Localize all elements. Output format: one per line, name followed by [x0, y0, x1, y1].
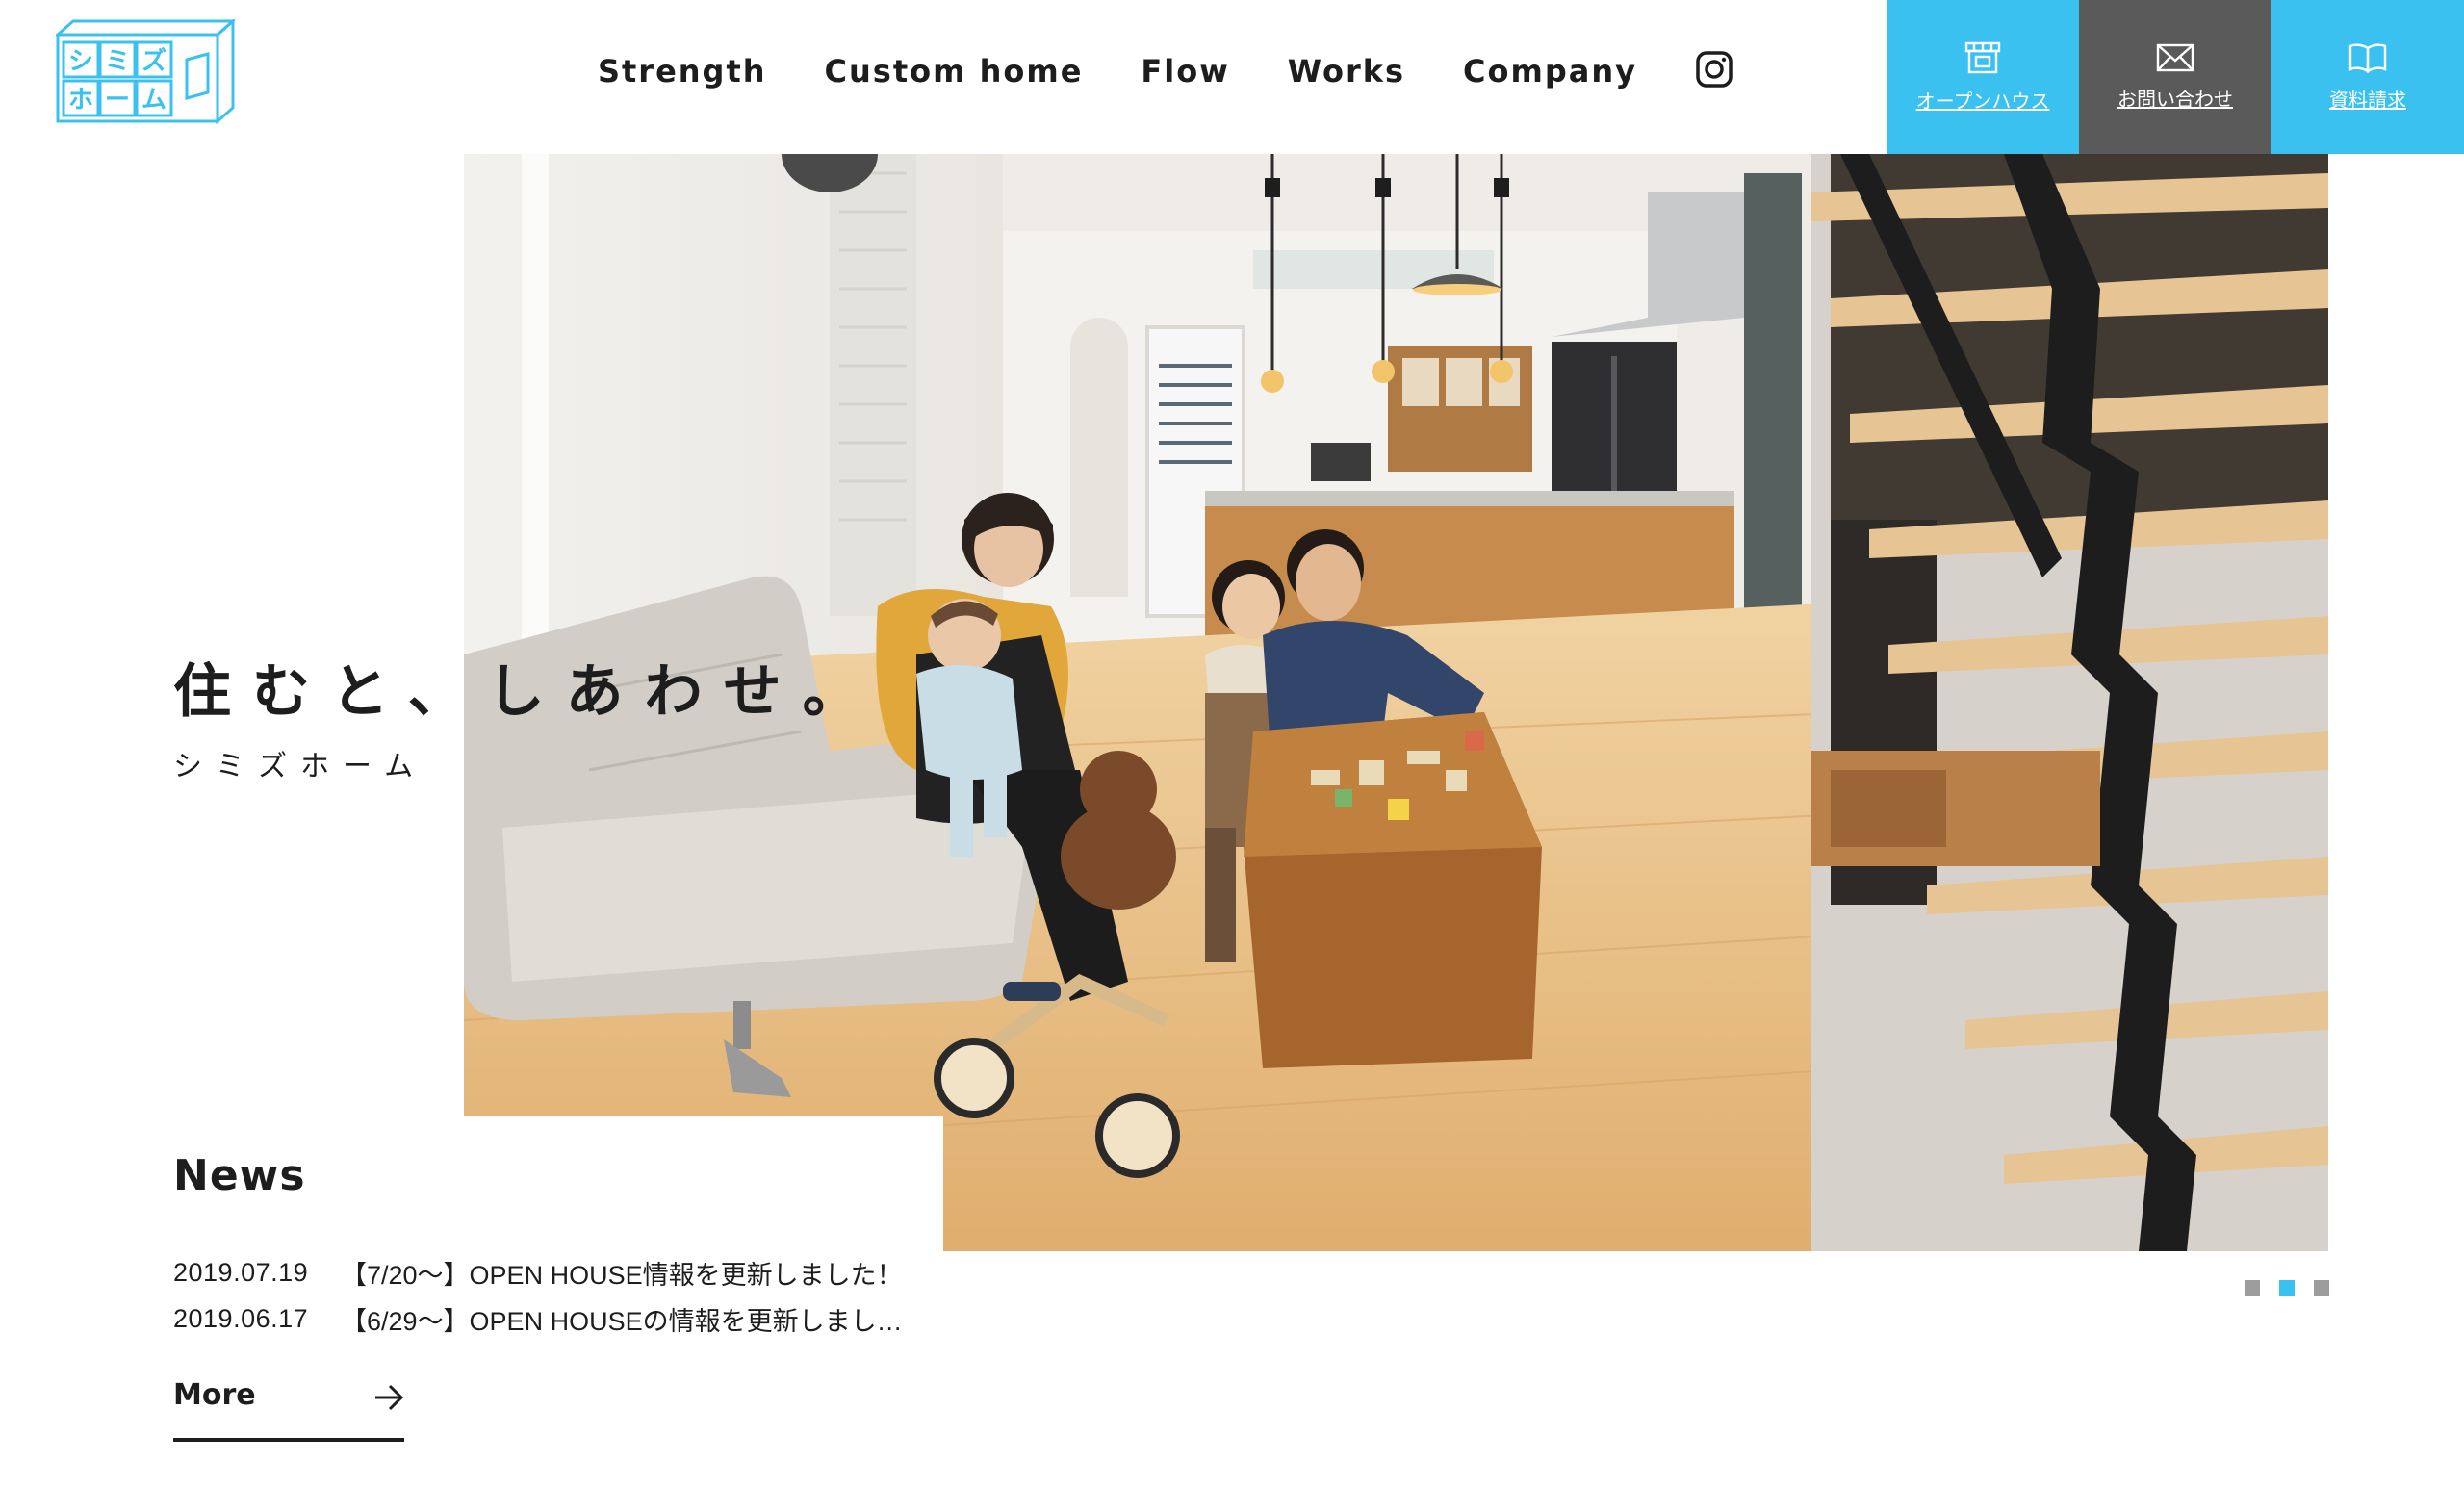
- open-house-button[interactable]: オープンハウス: [1886, 0, 2079, 154]
- logo-char: ホ: [68, 86, 93, 115]
- logo-char: シ: [68, 47, 93, 76]
- arrow-right-icon: [375, 1384, 404, 1411]
- mail-icon: [2156, 43, 2194, 71]
- news-date: 2019.07.19: [173, 1257, 309, 1287]
- tagline-text: 住むと、しあわせ。: [173, 658, 882, 726]
- nav-flow[interactable]: Flow: [1141, 53, 1229, 90]
- news-text: 【7/20〜】OPEN HOUSE情報を更新しました！: [341, 1260, 903, 1290]
- instagram-icon: [1696, 51, 1732, 88]
- logo[interactable]: シ ミ ズ ホ ー ム: [54, 17, 237, 127]
- slider-pagination: [2245, 1280, 2329, 1296]
- slider-dot[interactable]: [2314, 1280, 2329, 1296]
- more-link[interactable]: More: [173, 1378, 404, 1442]
- logo-char: ム: [141, 86, 167, 115]
- nav-custom-home[interactable]: Custom home: [825, 53, 1084, 90]
- nav-company[interactable]: Company: [1463, 53, 1637, 90]
- news-list: 2019.07.19 【7/20〜】OPEN HOUSE情報を更新しました！ 2…: [173, 1249, 903, 1342]
- nav-strength[interactable]: Strength: [598, 53, 767, 90]
- nav-works[interactable]: Works: [1288, 53, 1405, 90]
- logo-char: ズ: [141, 46, 167, 76]
- news-title: News: [173, 1151, 306, 1200]
- more-label: More: [173, 1378, 256, 1412]
- news-item[interactable]: 2019.06.17 【6/29〜】OPEN HOUSEの情報を更新しまし…: [173, 1296, 903, 1342]
- hero-tagline: 住むと、しあわせ。 シミズホーム: [173, 645, 882, 784]
- slider-dot-active[interactable]: [2279, 1280, 2295, 1296]
- book-icon: [2348, 42, 2387, 73]
- documents-button[interactable]: 資料請求: [2272, 0, 2464, 154]
- instagram-link[interactable]: [1695, 50, 1737, 92]
- documents-label: 資料請求: [2329, 90, 2406, 112]
- contact-label: お問い合わせ: [2118, 89, 2233, 111]
- logo-char: ー: [105, 86, 130, 115]
- logo-mark: シ ミ ズ ホ ー ム: [54, 17, 237, 125]
- tagline-subtitle: シミズホーム: [173, 751, 427, 782]
- logo-char: ミ: [105, 47, 130, 76]
- news-date: 2019.06.17: [173, 1303, 309, 1333]
- house-icon: [1964, 41, 2001, 73]
- main-nav: Strength Custom home Flow Works Company: [598, 50, 1737, 92]
- news-text: 【6/29〜】OPEN HOUSEの情報を更新しまし…: [341, 1306, 903, 1336]
- contact-button[interactable]: お問い合わせ: [2079, 0, 2272, 154]
- slider-dot[interactable]: [2245, 1280, 2260, 1296]
- news-item[interactable]: 2019.07.19 【7/20〜】OPEN HOUSE情報を更新しました！: [173, 1249, 903, 1296]
- open-house-label: オープンハウス: [1915, 90, 2050, 113]
